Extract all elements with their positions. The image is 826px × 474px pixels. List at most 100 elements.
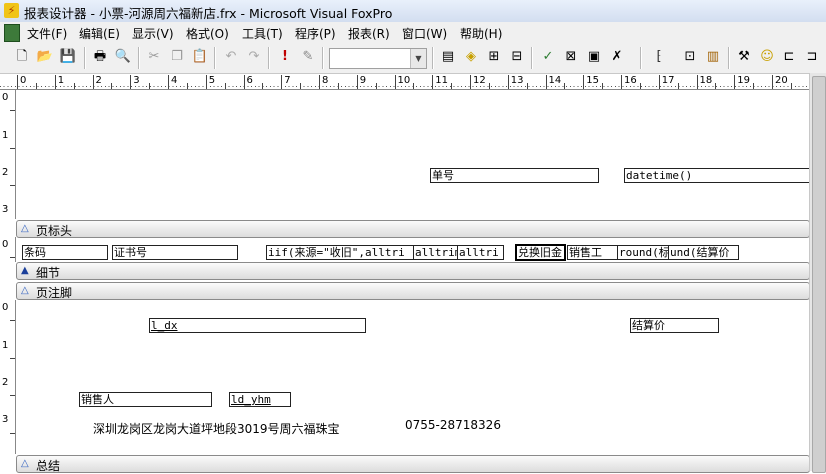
scrollbar-thumb[interactable] bbox=[812, 76, 826, 473]
ruler-tick bbox=[10, 320, 15, 321]
menu-designer-icon[interactable]: ⊠ bbox=[562, 48, 580, 66]
ruler-number: 10 bbox=[397, 75, 411, 86]
menu-help[interactable]: 帮助(H) bbox=[460, 25, 502, 42]
smiley-icon[interactable]: ☺ bbox=[758, 48, 776, 66]
ruler-half-tick bbox=[451, 83, 453, 89]
cut-icon[interactable]: ✂ bbox=[145, 48, 163, 66]
menu-program[interactable]: 程序(P) bbox=[295, 25, 336, 42]
form-builder-icon[interactable]: ✓ bbox=[539, 48, 557, 66]
band-label: 细节 bbox=[36, 266, 61, 280]
ruler-half-tick bbox=[526, 83, 528, 89]
collapse-triangle-icon[interactable]: △ bbox=[21, 223, 29, 234]
ruler-half-tick bbox=[149, 83, 151, 89]
ruler-tick bbox=[621, 75, 622, 89]
align-icon[interactable]: ⊏ bbox=[780, 48, 798, 66]
ruler-tick bbox=[319, 75, 320, 89]
field-danhao[interactable]: 单号 bbox=[430, 168, 599, 183]
band-label: 总结 bbox=[36, 459, 61, 473]
ruler-half-tick bbox=[375, 83, 377, 89]
save-icon[interactable]: 💾 bbox=[59, 48, 77, 66]
field-alltrim-1[interactable]: alltrim( bbox=[413, 245, 459, 260]
field-round-1[interactable]: round(标 bbox=[617, 245, 670, 260]
report-doc-icon[interactable] bbox=[4, 24, 20, 42]
ruler-number: 7 bbox=[284, 75, 291, 86]
print-preview-icon[interactable]: 🔍 bbox=[114, 48, 132, 66]
field-iif[interactable]: iif(来源="收旧",alltri bbox=[266, 245, 416, 260]
field-round-2[interactable]: und(结算价 bbox=[668, 245, 739, 260]
vertical-ruler-page-footer: 0 1 2 3 bbox=[0, 300, 16, 454]
redo-icon[interactable]: ↷ bbox=[245, 48, 263, 66]
field-tiaoma[interactable]: 条码 bbox=[22, 245, 108, 260]
ruler-half-tick bbox=[35, 83, 37, 89]
field-zhengshuhao[interactable]: 证书号 bbox=[112, 245, 238, 260]
lock-icon[interactable]: ⊐ bbox=[803, 48, 821, 66]
menu-bar: 文件(F) 编辑(E) 显示(V) 格式(O) 工具(T) 程序(P) 报表(R… bbox=[0, 22, 826, 44]
copy-icon[interactable]: ❐ bbox=[168, 48, 186, 66]
tools-icon[interactable]: ✗ bbox=[608, 48, 626, 66]
band-page-header[interactable]: △ 页标头 bbox=[16, 220, 810, 238]
menu-file[interactable]: 文件(F) bbox=[27, 25, 67, 42]
new-icon[interactable]: 🗋 bbox=[13, 48, 31, 66]
run-icon[interactable]: ! bbox=[276, 48, 294, 66]
ruler-number: 3 bbox=[133, 75, 140, 86]
field-l-dx[interactable]: l_dx bbox=[149, 318, 366, 333]
menu-format[interactable]: 格式(O) bbox=[186, 25, 229, 42]
collapse-triangle-icon[interactable]: △ bbox=[21, 458, 29, 469]
field-ld-yhm[interactable]: ld_yhm bbox=[229, 392, 291, 407]
ruler-tick bbox=[10, 395, 15, 396]
code-icon[interactable]: ⁅ bbox=[650, 48, 668, 66]
chevron-down-icon[interactable]: ▼ bbox=[410, 49, 426, 68]
ruler-number: 8 bbox=[322, 75, 329, 86]
undo-icon[interactable]: ↶ bbox=[222, 48, 240, 66]
ruler-number: 6 bbox=[246, 75, 253, 86]
band-summary[interactable]: △ 总结 bbox=[16, 455, 810, 473]
field-datetime[interactable]: datetime() bbox=[624, 168, 811, 183]
ruler-half-tick bbox=[337, 83, 339, 89]
ruler-number: 2 bbox=[95, 75, 102, 86]
open-icon[interactable]: 📂 bbox=[36, 48, 54, 66]
modify-icon[interactable]: ✎ bbox=[299, 48, 317, 66]
ruler-tick bbox=[17, 75, 18, 89]
form-wizard-icon[interactable]: ▤ bbox=[439, 48, 457, 66]
object-combo[interactable]: ▼ bbox=[329, 48, 427, 69]
ruler-number: 14 bbox=[548, 75, 562, 86]
toolbar: 🗋 📂 💾 🖶 🔍 ✂ ❐ 📋 ↶ ↷ ! ✎ ▼ ▤ ◈ ⊞ ⊟ ✓ ⊠ ▣ … bbox=[0, 43, 826, 74]
report-designer-icon[interactable]: ◈ bbox=[462, 48, 480, 66]
band-page-footer[interactable]: △ 页注脚 bbox=[16, 282, 810, 300]
properties-icon[interactable]: ⊡ bbox=[681, 48, 699, 66]
print-icon[interactable]: 🖶 bbox=[91, 48, 109, 66]
ruler-number: 1 bbox=[57, 75, 65, 86]
field-jiesuanjia[interactable]: 结算价 bbox=[630, 318, 719, 333]
menu-edit[interactable]: 编辑(E) bbox=[79, 25, 120, 42]
menu-tools[interactable]: 工具(T) bbox=[242, 25, 283, 42]
report-wizard-icon[interactable]: ⊞ bbox=[485, 48, 503, 66]
ruler-tick bbox=[356, 75, 358, 89]
paste-icon[interactable]: 📋 bbox=[191, 48, 209, 66]
ruler-number: 18 bbox=[699, 75, 713, 86]
menu-view[interactable]: 显示(V) bbox=[132, 25, 174, 42]
clipboard-icon[interactable]: ▥ bbox=[704, 48, 722, 66]
field-alltrim-2[interactable]: alltri bbox=[457, 245, 504, 260]
vertical-scrollbar[interactable] bbox=[809, 73, 826, 473]
ruler-number: 16 bbox=[624, 75, 637, 86]
ruler-tick bbox=[243, 75, 245, 89]
ruler-tick bbox=[10, 147, 15, 149]
ruler-tick bbox=[10, 257, 15, 258]
field-xiaoshou-gong[interactable]: 销售工 bbox=[567, 245, 619, 260]
hammer-icon[interactable]: ⚒ bbox=[735, 48, 753, 66]
field-qujiu[interactable]: 兑换旧金 bbox=[515, 244, 566, 261]
field-xiaoshouren[interactable]: 销售人 bbox=[79, 392, 212, 407]
data-env-icon[interactable]: ⊟ bbox=[508, 48, 526, 66]
ruler-half-tick bbox=[262, 83, 264, 89]
menu-report[interactable]: 报表(R) bbox=[348, 25, 390, 42]
expand-triangle-icon[interactable]: ▲ bbox=[21, 265, 29, 276]
ruler-tick bbox=[130, 75, 132, 89]
collapse-triangle-icon[interactable]: △ bbox=[21, 285, 29, 296]
layout-designer-icon[interactable]: ▣ bbox=[585, 48, 603, 66]
ruler-number: 13 bbox=[510, 75, 524, 86]
label-address[interactable]: 深圳龙岗区龙岗大道坪地段3019号周六福珠宝 bbox=[93, 420, 340, 437]
menu-window[interactable]: 窗口(W) bbox=[402, 25, 447, 42]
band-detail[interactable]: ▲ 细节 bbox=[16, 262, 810, 280]
label-phone[interactable]: 0755-28718326 bbox=[405, 418, 501, 432]
ruler-tick bbox=[92, 75, 94, 89]
